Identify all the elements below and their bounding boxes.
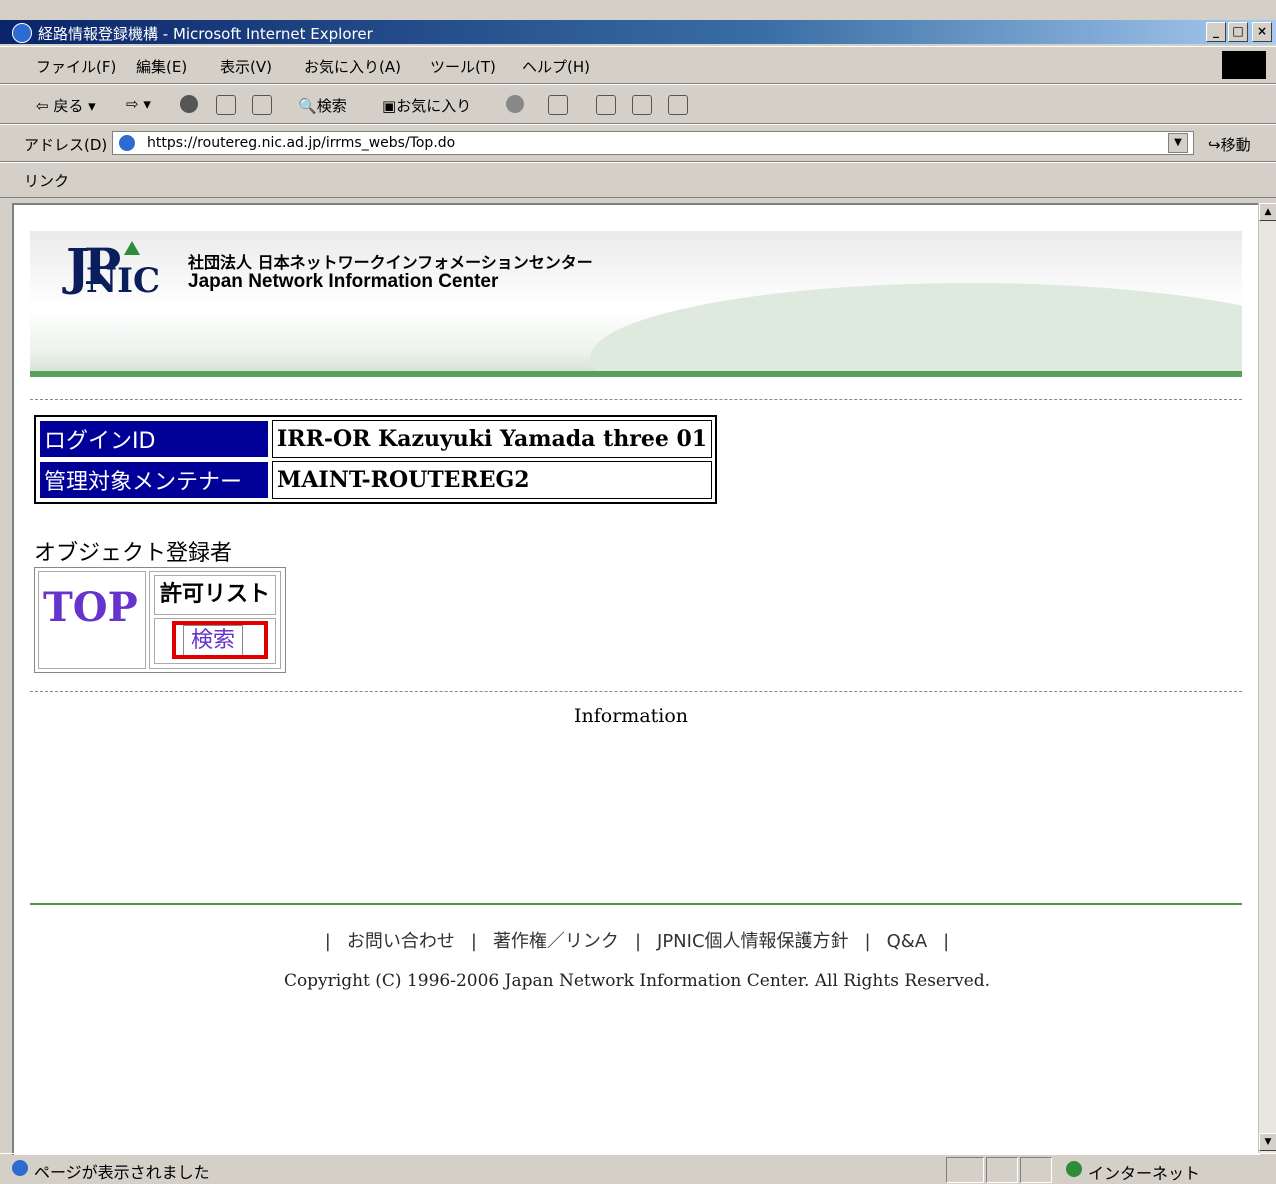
maintainer-label: 管理対象メンテナー xyxy=(39,461,269,499)
login-id-value: IRR-OR Kazuyuki Yamada three 01 xyxy=(272,420,713,458)
go-button[interactable]: ↪移動 xyxy=(1208,134,1251,155)
address-input[interactable]: https://routereg.nic.ad.jp/irrms_webs/To… xyxy=(112,131,1194,155)
menu-favorites[interactable]: お気に入り(A) xyxy=(304,56,401,77)
menu-file[interactable]: ファイル(F) xyxy=(36,56,116,77)
copyright-link[interactable]: 著作権／リンク xyxy=(493,931,619,952)
toolbar: ⇦ 戻る ▾ ⇨ ▾ 🔍検索 ▣お気に入り xyxy=(0,84,1276,124)
scroll-up-icon[interactable]: ▲ xyxy=(1259,203,1276,221)
login-id-label: ログインID xyxy=(39,420,269,458)
window-title: 経路情報登録機構 - Microsoft Internet Explorer xyxy=(38,25,373,43)
address-label: アドレス(D) xyxy=(24,136,108,154)
globe-icon xyxy=(1066,1161,1082,1177)
menu-edit[interactable]: 編集(E) xyxy=(136,56,187,77)
favorites-button[interactable]: ▣お気に入り xyxy=(382,95,471,116)
print-icon[interactable] xyxy=(596,95,616,115)
history-icon[interactable] xyxy=(506,95,524,113)
jpnic-banner: JP NIC 社団法人 日本ネットワークインフォメーションセンター Japan … xyxy=(30,231,1242,377)
status-bar: ページが表示されました インターネット xyxy=(0,1153,1276,1184)
ie-logo-icon xyxy=(12,23,32,43)
page-viewport: JP NIC 社団法人 日本ネットワークインフォメーションセンター Japan … xyxy=(12,203,1260,1155)
vertical-scrollbar[interactable]: ▲ ▼ xyxy=(1258,203,1276,1153)
windows-flag-icon xyxy=(1222,51,1266,79)
section-title: オブジェクト登録者 xyxy=(34,541,233,566)
login-info-table: ログインID IRR-OR Kazuyuki Yamada three 01 管… xyxy=(34,415,718,504)
lock-icon xyxy=(1020,1157,1052,1183)
highlight-box xyxy=(172,621,268,659)
information-title: Information xyxy=(574,705,689,727)
maintainer-value: MAINT-ROUTEREG2 xyxy=(272,461,713,499)
maximize-button[interactable]: □ xyxy=(1228,22,1248,42)
status-pane xyxy=(986,1157,1018,1183)
privacy-link[interactable]: JPNIC個人情報保護方針 xyxy=(657,931,849,952)
close-button[interactable]: × xyxy=(1252,22,1272,42)
menu-help[interactable]: ヘルプ(H) xyxy=(522,56,590,77)
home-icon[interactable] xyxy=(252,95,272,115)
footer-links: | お問い合わせ | 著作権／リンク | JPNIC個人情報保護方針 | Q&A | xyxy=(324,931,950,952)
edit-icon[interactable] xyxy=(632,95,652,115)
copyright-text: Copyright (C) 1996-2006 Japan Network In… xyxy=(283,971,991,991)
refresh-icon[interactable] xyxy=(216,95,236,115)
scroll-down-icon[interactable]: ▼ xyxy=(1259,1133,1276,1151)
forward-button[interactable]: ⇨ ▾ xyxy=(126,95,151,113)
top-link[interactable]: TOP xyxy=(38,571,146,669)
window-titlebar: 経路情報登録機構 - Microsoft Internet Explorer _… xyxy=(0,20,1276,44)
divider xyxy=(30,399,1242,400)
status-pane xyxy=(946,1157,984,1183)
menu-bar: ファイル(F) 編集(E) 表示(V) お気に入り(A) ツール(T) ヘルプ(… xyxy=(0,46,1276,84)
page-done-icon xyxy=(12,1160,28,1176)
org-name-ja: 社団法人 日本ネットワークインフォメーションセンター xyxy=(188,253,593,272)
org-name-en: Japan Network Information Center xyxy=(188,271,499,292)
links-bar: リンク xyxy=(0,162,1276,198)
back-button[interactable]: ⇦ 戻る ▾ xyxy=(36,95,96,116)
discuss-icon[interactable] xyxy=(668,95,688,115)
footer-divider xyxy=(30,903,1242,905)
links-label[interactable]: リンク xyxy=(24,170,69,191)
mail-icon[interactable] xyxy=(548,95,568,115)
search-button[interactable]: 🔍検索 xyxy=(298,95,347,116)
banner-hill-decoration xyxy=(590,283,1242,371)
qa-link[interactable]: Q&A xyxy=(887,931,928,952)
menu-view[interactable]: 表示(V) xyxy=(220,56,272,77)
table-row: 管理対象メンテナー MAINT-ROUTEREG2 xyxy=(39,461,713,499)
contact-link[interactable]: お問い合わせ xyxy=(347,931,455,952)
menu-tools[interactable]: ツール(T) xyxy=(430,56,496,77)
permit-list-header: 許可リスト xyxy=(154,575,276,615)
address-bar: アドレス(D) https://routereg.nic.ad.jp/irrms… xyxy=(0,124,1276,162)
page-icon xyxy=(119,135,135,151)
address-url: https://routereg.nic.ad.jp/irrms_webs/To… xyxy=(147,135,456,151)
table-row: ログインID IRR-OR Kazuyuki Yamada three 01 xyxy=(39,420,713,458)
status-message: ページが表示されました xyxy=(34,1163,210,1182)
divider xyxy=(30,691,1242,692)
security-zone: インターネット xyxy=(1088,1164,1201,1183)
address-dropdown-icon[interactable]: ▼ xyxy=(1168,133,1188,153)
minimize-button[interactable]: _ xyxy=(1206,22,1226,42)
stop-icon[interactable] xyxy=(180,95,198,113)
